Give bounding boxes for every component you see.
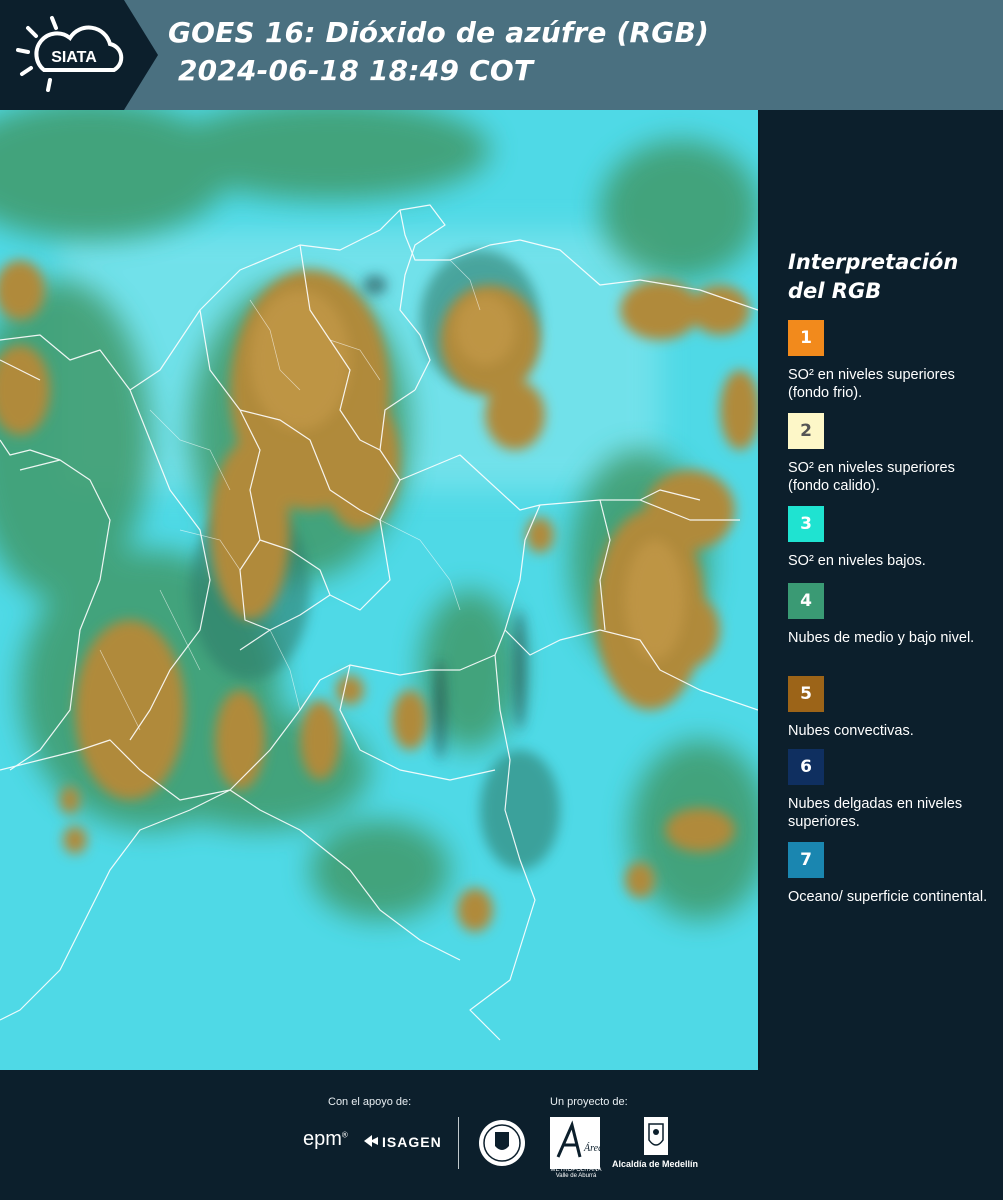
isagen-logo: ISAGEN: [382, 1134, 442, 1150]
legend-swatch-7: 7: [788, 842, 824, 878]
legend-label-5: Nubes convectivas.: [788, 723, 914, 739]
title-line-2: 2024-06-18 18:49 COT: [168, 54, 534, 87]
support-label: Con el apoyo de:: [328, 1096, 412, 1108]
legend-label-1: SO² en niveles superiores (fondo frio).: [788, 367, 955, 401]
epm-logo: epm®: [303, 1128, 348, 1150]
legend-swatch-4: 4: [788, 583, 824, 619]
isagen-logo-icon: [364, 1135, 378, 1147]
page-title: GOES 16: Dióxido de azúfre (RGB) 2024-06…: [168, 14, 709, 90]
legend-title-line-1: Interpretación: [788, 250, 959, 274]
svg-text:Área: Área: [583, 1142, 600, 1154]
footer-divider: [458, 1117, 459, 1169]
map-divider: [758, 110, 760, 1068]
logo-block: SIATA: [0, 0, 158, 110]
logo-text: SIATA: [51, 49, 97, 66]
legend-swatch-1: 1: [788, 320, 824, 356]
alcaldia-crest-icon: [644, 1117, 668, 1155]
legend-swatch-6: 6: [788, 749, 824, 785]
legend-item-2: 2 SO² en niveles superiores (fondo calido…: [788, 413, 988, 495]
siata-logo-icon: SIATA: [16, 16, 124, 92]
legend-item-4: 4 Nubes de medio y bajo nivel.: [788, 583, 988, 647]
legend-swatch-2: 2: [788, 413, 824, 449]
alcaldia-caption: Alcaldía de Medellín: [612, 1159, 699, 1169]
title-line-1: GOES 16: Dióxido de azúfre (RGB): [168, 16, 710, 49]
legend-item-5: 5 Nubes convectivas.: [788, 676, 988, 740]
legend-swatch-5: 5: [788, 676, 824, 712]
area-metropolitana-logo-icon: Área: [550, 1117, 600, 1169]
project-label: Un proyecto de:: [550, 1096, 628, 1108]
legend-label-3: SO² en niveles bajos.: [788, 553, 926, 569]
legend-swatch-3: 3: [788, 506, 824, 542]
legend-item-1: 1 SO² en niveles superiores (fondo frio).: [788, 320, 988, 402]
satellite-map-image: [0, 110, 758, 1070]
satellite-map[interactable]: [0, 110, 758, 1070]
legend-panel: Interpretación del RGB 1 SO² en niveles s…: [788, 248, 988, 905]
legend-item-3: 3 SO² en niveles bajos.: [788, 506, 988, 570]
legend-title-line-2: del RGB: [788, 279, 882, 303]
legend-item-6: 6 Nubes delgadas en niveles superiores.: [788, 749, 988, 831]
legend-title: Interpretación del RGB: [788, 248, 988, 306]
legend-label-2: SO² en niveles superiores (fondo calido)…: [788, 460, 955, 494]
footer: Con el apoyo de: Un proyecto de: epm® IS…: [0, 1070, 1003, 1200]
header-bar: SIATA GOES 16: Dióxido de azúfre (RGB) 2…: [0, 0, 1003, 110]
legend-label-4: Nubes de medio y bajo nivel.: [788, 630, 975, 646]
legend-item-7: 7 Oceano/ superficie continental.: [788, 842, 988, 906]
medellin-seal-icon: [479, 1120, 525, 1166]
area-caption-line-2: Valle de Aburrá: [555, 1173, 597, 1179]
legend-label-7: Oceano/ superficie continental.: [788, 889, 988, 905]
legend-label-6: Nubes delgadas en niveles superiores.: [788, 796, 963, 830]
area-caption: METROPOLITANA Valle de Aburrá: [548, 1167, 604, 1179]
